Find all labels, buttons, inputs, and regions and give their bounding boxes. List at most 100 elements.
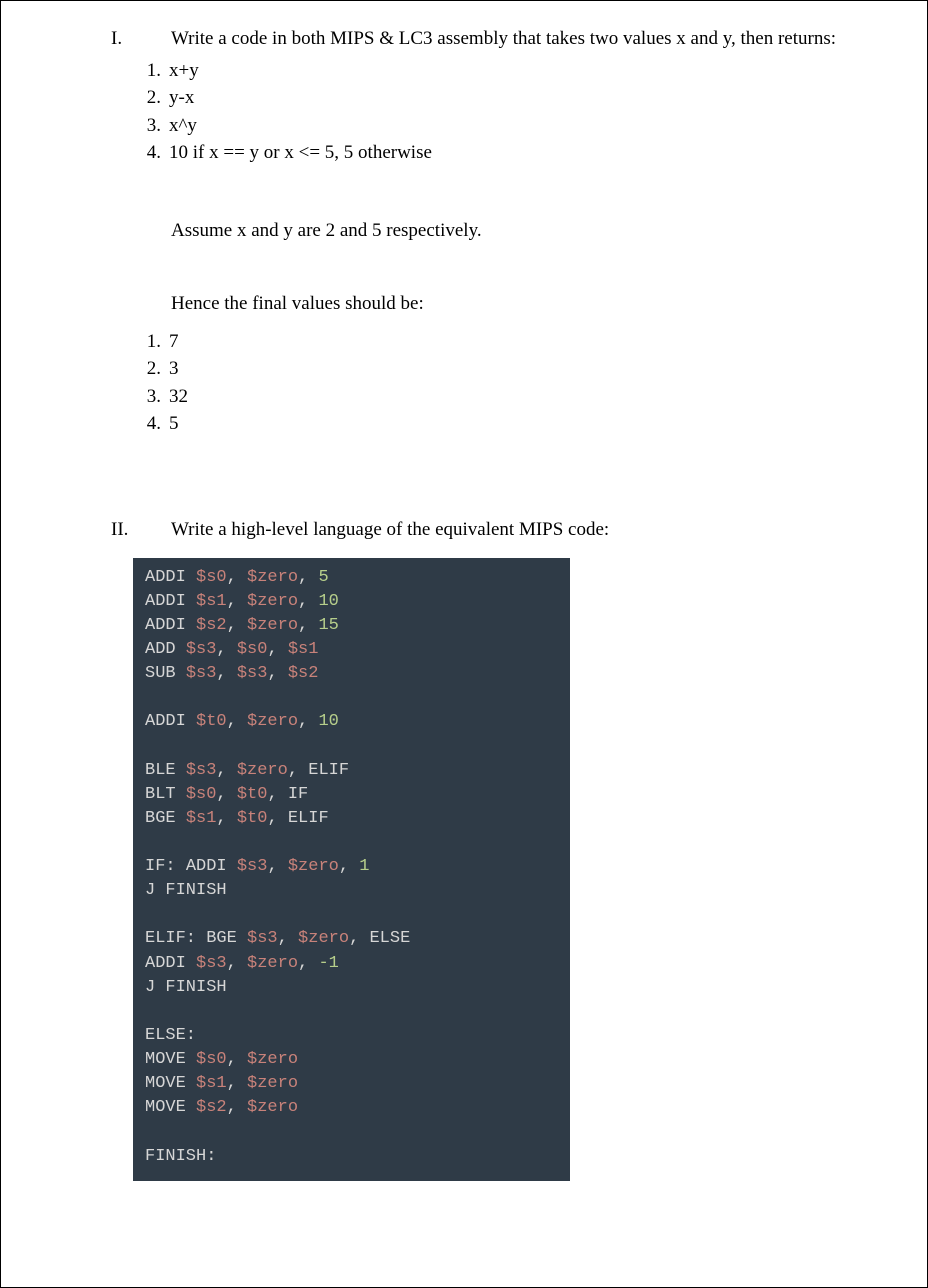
code-token-op: BLE: [145, 761, 186, 780]
code-line: J FINISH: [145, 879, 558, 903]
code-line: ADDI $t0, $zero, 10: [145, 710, 558, 734]
code-token-reg: $s3: [196, 954, 227, 973]
code-token-op: ADDI: [145, 616, 196, 635]
code-token-lbldef: IF:: [145, 857, 186, 876]
result-number: 1.: [133, 328, 161, 356]
code-token-p: ,: [298, 712, 318, 731]
code-token-lbl: ELIF: [308, 761, 349, 780]
code-token-reg: $s1: [196, 1074, 227, 1093]
code-token-reg: $zero: [298, 929, 349, 948]
code-token-reg: $zero: [247, 1098, 298, 1117]
code-token-p: ,: [267, 857, 287, 876]
question-2-body: Write a high-level language of the equiv…: [171, 516, 887, 1181]
code-line: MOVE $s2, $zero: [145, 1096, 558, 1120]
code-token-num: 15: [318, 616, 338, 635]
code-token-op: BLT: [145, 785, 186, 804]
code-token-p: ,: [216, 809, 236, 828]
code-token-reg: $zero: [247, 616, 298, 635]
code-token-reg: $t0: [196, 712, 227, 731]
code-token-op: MOVE: [145, 1050, 196, 1069]
code-token-p: ,: [267, 809, 287, 828]
code-token-reg: $s0: [186, 785, 217, 804]
code-line: J FINISH: [145, 976, 558, 1000]
code-token-op: ADDI: [145, 712, 196, 731]
code-token-op: ADDI: [186, 857, 237, 876]
code-token-p: ,: [216, 640, 236, 659]
sublist-text: y-x: [169, 84, 194, 112]
code-token-op: MOVE: [145, 1098, 196, 1117]
code-line: SUB $s3, $s3, $s2: [145, 662, 558, 686]
code-token-reg: $s3: [237, 664, 268, 683]
code-token-p: ,: [227, 954, 247, 973]
code-line: ADD $s3, $s0, $s1: [145, 638, 558, 662]
code-token-lbl: FINISH: [165, 978, 226, 997]
code-token-reg: $s0: [237, 640, 268, 659]
code-line: [145, 831, 558, 855]
code-token-p: ,: [298, 616, 318, 635]
code-token-op: BGE: [145, 809, 186, 828]
code-line: BGE $s1, $t0, ELIF: [145, 807, 558, 831]
code-line: [145, 734, 558, 758]
code-token-p: ,: [227, 1098, 247, 1117]
question-1-prompt: Write a code in both MIPS & LC3 assembly…: [171, 25, 887, 53]
question-1-sublist: 1.x+y2.y-x3.x^y4.10 if x == y or x <= 5,…: [133, 57, 887, 167]
code-token-reg: $t0: [237, 809, 268, 828]
code-token-reg: $s1: [288, 640, 319, 659]
code-line: ADDI $s2, $zero, 15: [145, 614, 558, 638]
sublist-number: 3.: [133, 112, 161, 140]
code-line: MOVE $s0, $zero: [145, 1048, 558, 1072]
code-token-reg: $s3: [186, 761, 217, 780]
code-token-p: ,: [278, 929, 298, 948]
code-token-num: 10: [318, 592, 338, 611]
code-token-p: ,: [227, 616, 247, 635]
result-number: 3.: [133, 383, 161, 411]
code-token-lbldef: FINISH:: [145, 1147, 216, 1166]
code-token-p: ,: [216, 664, 236, 683]
code-token-reg: $zero: [247, 712, 298, 731]
sublist-item: 4.10 if x == y or x <= 5, 5 otherwise: [133, 139, 887, 167]
code-token-p: ,: [267, 785, 287, 804]
code-line: ELIF: BGE $s3, $zero, ELSE: [145, 927, 558, 951]
code-token-reg: $s3: [186, 640, 217, 659]
code-line: BLT $s0, $t0, IF: [145, 783, 558, 807]
code-line: [145, 1000, 558, 1024]
question-1: I. Write a code in both MIPS & LC3 assem…: [111, 25, 887, 438]
code-token-p: ,: [216, 761, 236, 780]
code-token-p: ,: [339, 857, 359, 876]
mips-code-block: ADDI $s0, $zero, 5ADDI $s1, $zero, 10ADD…: [133, 558, 570, 1181]
hence-text: Hence the final values should be:: [133, 290, 887, 318]
code-token-lbldef: ELSE:: [145, 1026, 196, 1045]
question-1-body: Write a code in both MIPS & LC3 assembly…: [171, 25, 887, 438]
sublist-text: x^y: [169, 112, 197, 140]
code-token-reg: $s2: [196, 616, 227, 635]
code-token-num: 1: [359, 857, 369, 876]
code-token-reg: $zero: [247, 592, 298, 611]
code-line: ADDI $s1, $zero, 10: [145, 590, 558, 614]
sublist-text: 10 if x == y or x <= 5, 5 otherwise: [169, 139, 432, 167]
code-token-reg: $s1: [196, 592, 227, 611]
code-token-op: BGE: [206, 929, 247, 948]
code-token-reg: $s0: [196, 1050, 227, 1069]
sublist-number: 2.: [133, 84, 161, 112]
code-token-reg: $zero: [237, 761, 288, 780]
code-token-reg: $s3: [247, 929, 278, 948]
code-token-p: ,: [227, 1074, 247, 1093]
code-token-op: ADDI: [145, 592, 196, 611]
code-token-lbldef: ELIF:: [145, 929, 206, 948]
result-text: 3: [169, 355, 179, 383]
code-token-p: ,: [216, 785, 236, 804]
result-number: 4.: [133, 410, 161, 438]
code-token-num: 5: [318, 568, 328, 587]
code-token-reg: $zero: [247, 1074, 298, 1093]
code-token-op: ADDI: [145, 954, 196, 973]
code-token-reg: $s3: [237, 857, 268, 876]
code-token-p: ,: [227, 1050, 247, 1069]
code-line: [145, 686, 558, 710]
code-line: IF: ADDI $s3, $zero, 1: [145, 855, 558, 879]
code-token-p: ,: [267, 640, 287, 659]
sublist-item: 2. y-x: [133, 84, 887, 112]
code-token-p: ,: [298, 954, 318, 973]
code-token-op: ADDI: [145, 568, 196, 587]
result-text: 7: [169, 328, 179, 356]
result-item: 3.32: [133, 383, 887, 411]
